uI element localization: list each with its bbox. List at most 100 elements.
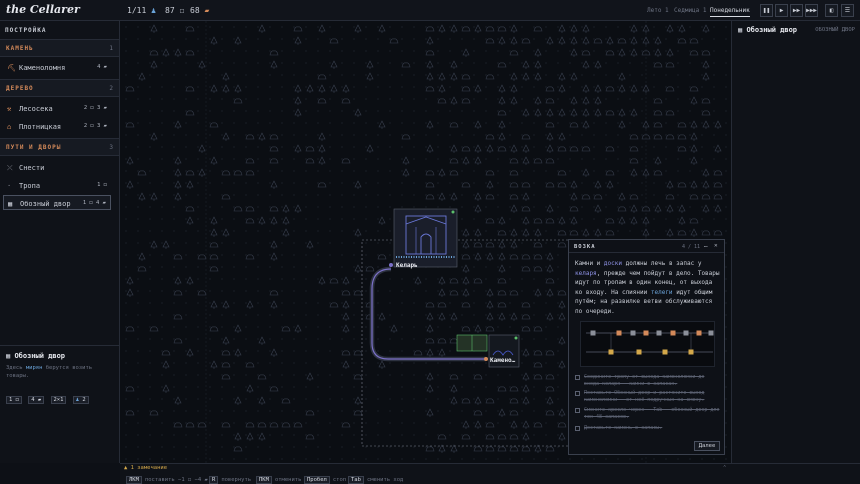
fast-button[interactable]: ▶▶	[790, 4, 803, 17]
stat-workers-value: 2	[82, 397, 86, 403]
quarry-icon: ⛏	[7, 64, 16, 72]
item-cost: 2 ◻ 3 ▰	[83, 123, 107, 129]
hint-lmb: ЛКМ поставить −1 ◻ −4 ▰	[126, 476, 208, 484]
carpentry-icon: ⌂	[7, 123, 12, 131]
checkbox	[575, 408, 580, 413]
stat-wood-cost: 4 ▰	[28, 396, 45, 404]
item-name: Обозный двор	[20, 200, 71, 208]
section-hotkey: 3	[109, 144, 113, 151]
app-logo: the Cellarer	[6, 3, 80, 16]
tutorial-window: ВОЗКА 4 / 11 … ✕ Камни и доски должны ле…	[568, 239, 725, 455]
build-header: ПОСТРОЙКА	[5, 27, 47, 34]
stone-icon: ◻	[179, 6, 185, 15]
hint-tab: Tab сменить ход	[348, 476, 403, 484]
desc-pre: Здесь	[6, 365, 23, 371]
person-icon: ♟	[75, 397, 80, 403]
cart-yard-icon: ▦	[738, 26, 743, 34]
item-name: Снести	[19, 164, 45, 172]
details-title: Обозный двор	[746, 26, 798, 34]
axe-icon: ⚒	[7, 105, 12, 113]
section-hotkey: 2	[109, 85, 113, 92]
diagram-node	[683, 330, 689, 336]
tutorial-text: Камни и доски должны лечь в запас у кела…	[575, 260, 720, 315]
hint-rmb: ПКМ отменить	[256, 476, 301, 484]
item-cost: 1 ◻ 4 ▰	[82, 200, 106, 206]
pause-icon: ❚❚	[762, 7, 771, 14]
fastest-forward-icon: ▶▶▶	[806, 7, 817, 14]
close-icon[interactable]: ✕	[714, 242, 718, 249]
diagram-node	[590, 330, 596, 336]
game-root: the Cellarer 1/11 ♟ 87 ◻ 68 ▰ Лето 1 Сед…	[0, 0, 860, 484]
settings-button[interactable]: ☰	[841, 4, 854, 17]
build-item-cart-yard[interactable]: ▦ Обозный двор 1 ◻ 4 ▰	[3, 195, 111, 210]
next-button[interactable]: Далее	[694, 441, 720, 451]
diagram-node	[688, 349, 694, 355]
section-label: ДЕРЕВО	[6, 85, 34, 92]
item-cost: 2 ◻ 3 ▰	[83, 105, 107, 111]
tutorial-header: ВОЗКА 4 / 11 … ✕	[569, 240, 724, 253]
selection-info: ▦ Обозный двор Здесь мирян берутся возит…	[0, 345, 119, 425]
build-panel: ПОСТРОЙКА КАМЕНЬ 1 ⛏ Каменоломня 4 ▰ ДЕР…	[0, 21, 120, 463]
diagram-node	[636, 349, 642, 355]
wood-value: 68	[190, 6, 200, 15]
checkbox	[575, 375, 580, 380]
diagram-node	[670, 330, 676, 336]
tab-week[interactable]: Седмица 1	[674, 7, 707, 14]
notice-count[interactable]: ▲ 1 замечание	[124, 465, 167, 471]
collapse-icon[interactable]: ⌃	[723, 465, 726, 471]
build-item-carpentry[interactable]: ⌂ Плотницкая 2 ◻ 3 ▰	[3, 119, 111, 134]
build-item-lumber-camp[interactable]: ⚒ Лесосека 2 ◻ 3 ▰	[3, 101, 111, 116]
hint-space: Пробел стоп	[304, 476, 346, 484]
diagram-node	[662, 349, 668, 355]
top-bar: the Cellarer 1/11 ♟ 87 ◻ 68 ▰ Лето 1 Сед…	[0, 0, 860, 21]
section-paths[interactable]: ПУТИ И ДВОРЫ 3	[0, 138, 119, 156]
build-item-quarry[interactable]: ⛏ Каменоломня 4 ▰	[3, 60, 111, 75]
more-icon[interactable]: …	[704, 242, 708, 249]
diagram-node	[616, 330, 622, 336]
item-name: Тропа	[19, 182, 41, 190]
path-icon: ·	[7, 182, 12, 190]
diagram-node	[630, 330, 636, 336]
keeper-building[interactable]	[393, 208, 458, 268]
info-title: Обозный двор	[14, 352, 66, 360]
build-item-demolish[interactable]: ⤫ Снести	[3, 160, 111, 175]
population-value: 1/11	[127, 6, 147, 15]
panel-icon: ◧	[829, 7, 834, 14]
section-wood[interactable]: ДЕРЕВО 2	[0, 79, 119, 97]
fastest-button[interactable]: ▶▶▶	[805, 4, 818, 17]
play-icon: ▶	[779, 7, 784, 14]
tutorial-page: 4 / 11	[682, 244, 701, 250]
tab-season[interactable]: Лето 1	[647, 7, 669, 14]
diagram-node	[643, 330, 649, 336]
item-name: Лесосека	[19, 105, 53, 113]
pause-button[interactable]: ❚❚	[760, 4, 773, 17]
flow-diagram-svg	[586, 330, 714, 355]
diagram-node	[708, 330, 714, 336]
fast-forward-icon: ▶▶	[792, 7, 801, 14]
diagram-node	[608, 349, 614, 355]
stone-value: 87	[165, 6, 175, 15]
wood-icon: ▰	[204, 6, 210, 15]
wood-stat: 68 ▰	[190, 6, 209, 15]
tutorial-diagram	[580, 321, 715, 367]
item-name: Плотницкая	[19, 123, 62, 131]
bottom-bar: ▲ 1 замечание ⌃ ЛКМ поставить −1 ◻ −4 ▰ R…	[120, 463, 860, 484]
section-stone[interactable]: КАМЕНЬ 1	[0, 39, 119, 57]
checkbox	[575, 391, 580, 396]
details-title-row: ▦ Обозный двор	[738, 26, 797, 34]
stone-stat: 87 ◻	[165, 6, 184, 15]
play-button[interactable]: ▶	[775, 4, 788, 17]
info-stats: 1 ◻ 4 ▰ 2×1 ♟ 2	[6, 396, 92, 404]
stat-stone-cost: 1 ◻	[6, 396, 22, 404]
cart-yard-icon: ▦	[8, 200, 13, 208]
stat-size: 2×1	[50, 396, 67, 404]
person-icon: ♟	[151, 6, 156, 15]
panel-toggle-button[interactable]: ◧	[825, 4, 838, 17]
tab-day[interactable]: Понедельник	[710, 7, 750, 17]
build-item-path[interactable]: · Тропа 1 ◻	[3, 178, 111, 193]
quarry-label: Камено…	[490, 357, 516, 364]
hint-rotate: Rповернуть	[209, 476, 251, 484]
info-title-row: ▦ Обозный двор	[6, 352, 65, 360]
desc-highlight: мирян	[25, 365, 43, 371]
diagram-node	[696, 330, 702, 336]
